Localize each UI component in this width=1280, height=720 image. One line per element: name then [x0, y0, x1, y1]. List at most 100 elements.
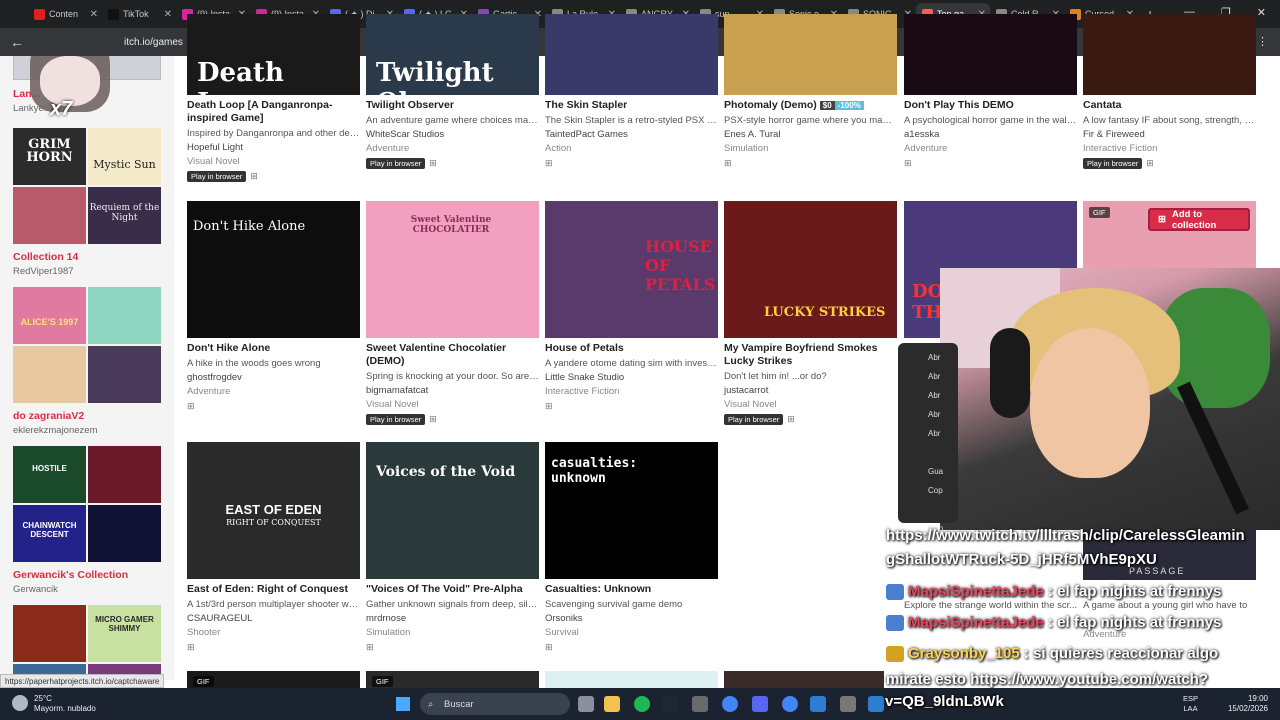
address-bar[interactable]: itch.io/games [124, 37, 183, 48]
game-genre[interactable]: Interactive Fiction [545, 386, 718, 397]
game-card[interactable]: Voices of the Void "Voices Of The Void" P… [366, 442, 539, 653]
app-icon[interactable] [692, 696, 708, 712]
game-author[interactable]: TaintedPact Games [545, 129, 718, 140]
game-genre[interactable]: Interactive Fiction [1083, 143, 1256, 154]
collection-user[interactable]: eklerekzmajonezem [13, 425, 161, 436]
game-title[interactable]: My Vampire Boyfriend Smokes Lucky Strike… [724, 342, 897, 368]
game-card-image[interactable] [545, 14, 718, 95]
game-author[interactable]: Enes A. Tural [724, 129, 897, 140]
game-title[interactable]: Sweet Valentine Chocolatier (DEMO) [366, 342, 539, 368]
game-card[interactable]: The Skin Stapler The Skin Stapler is a re… [545, 14, 718, 169]
obs-icon[interactable] [840, 696, 856, 712]
collection-item[interactable]: ALICE'S 1997 do zagraniaV2 eklerekzmajon… [13, 287, 161, 436]
game-card[interactable]: LUCKY STRIKES My Vampire Boyfriend Smokes… [724, 201, 897, 425]
game-card-image[interactable]: GIF [187, 671, 360, 688]
game-author[interactable]: Fir & Fireweed [1083, 129, 1256, 140]
menu-icon[interactable]: ⋮ [1257, 35, 1268, 48]
collection-name[interactable]: Gerwancik's Collection [13, 569, 161, 581]
collection-name[interactable]: do zagraniaV2 [13, 410, 161, 422]
game-author[interactable]: a1esska [904, 129, 1077, 140]
context-menu-item[interactable]: Cop [928, 486, 958, 505]
game-title[interactable]: Photomaly (Demo) $0 -100% [724, 99, 897, 112]
chrome-icon[interactable] [722, 696, 738, 712]
game-genre[interactable]: Survival [545, 627, 718, 638]
context-menu-item[interactable]: Abr [928, 391, 958, 410]
file-explorer-icon[interactable] [604, 696, 620, 712]
game-genre[interactable]: Visual Novel [366, 399, 539, 410]
game-genre[interactable]: Adventure [366, 143, 539, 154]
game-card-image[interactable] [724, 14, 897, 95]
game-genre[interactable]: Visual Novel [187, 156, 360, 167]
game-genre[interactable]: Simulation [366, 627, 539, 638]
game-card[interactable]: HOUSE OF PETALS House of Petals A yandere … [545, 201, 718, 412]
game-title[interactable]: Don't Play This DEMO [904, 99, 1077, 112]
game-genre[interactable]: Adventure [904, 143, 1077, 154]
taskbar-search[interactable]: ⌕ Buscar [420, 693, 570, 715]
collection-user[interactable]: RedViper1987 [13, 266, 161, 277]
game-genre[interactable]: Visual Novel [724, 399, 897, 410]
game-author[interactable]: WhiteScar Studios [366, 129, 539, 140]
game-card-image[interactable] [724, 671, 884, 688]
back-icon[interactable]: ← [10, 34, 24, 50]
game-title[interactable]: Twilight Observer [366, 99, 539, 112]
context-menu-item[interactable]: Abr [928, 429, 958, 448]
game-card-image[interactable]: Don't Hike Alone [187, 201, 360, 338]
game-genre[interactable]: Simulation [724, 143, 897, 154]
add-to-collection-button[interactable]: ⊞ Add to collection [1148, 208, 1250, 231]
game-card[interactable]: Twilight Observer Twilight Observer An adv… [366, 14, 539, 169]
windows-start-icon[interactable] [396, 697, 410, 711]
game-card[interactable]: Death Loop Death Loop [A Danganronpa-insp… [187, 14, 360, 182]
game-author[interactable]: bigmamafatcat [366, 385, 539, 396]
context-menu-item[interactable]: Abr [928, 353, 958, 372]
game-title[interactable]: House of Petals [545, 342, 718, 355]
collection-item[interactable]: GRIM HORN Mystic Sun Requiem of the Nigh… [13, 128, 161, 277]
context-menu-item[interactable]: Gua [928, 467, 958, 486]
clock[interactable]: 19:00 15/02/2026 [1228, 694, 1268, 714]
game-card-image[interactable] [545, 671, 718, 688]
game-card[interactable]: Photomaly (Demo) $0 -100% PSX-style horror … [724, 14, 897, 169]
game-card[interactable]: Don't Hike Alone Don't Hike Alone A hike i… [187, 201, 360, 412]
chrome-icon[interactable] [782, 696, 798, 712]
app-icon[interactable] [810, 696, 826, 712]
game-card-image[interactable]: EAST OF EDEN RIGHT OF CONQUEST [187, 442, 360, 579]
game-author[interactable]: justacarrot [724, 385, 897, 396]
game-author[interactable]: Hopeful Light [187, 142, 360, 153]
collection-user[interactable]: Gerwancik [13, 584, 161, 595]
collection-name[interactable]: Collection 14 [13, 251, 161, 263]
game-author[interactable]: CSAURAGEUL [187, 613, 360, 624]
tab-close-icon[interactable]: ✕ [164, 9, 172, 20]
task-view-icon[interactable] [578, 696, 594, 712]
game-genre[interactable]: Adventure [187, 386, 360, 397]
game-author[interactable]: ghostfrogdev [187, 372, 360, 383]
context-menu-item[interactable] [928, 448, 958, 467]
browser-tab[interactable]: TikTok ✕ [102, 3, 176, 25]
game-genre[interactable]: Action [545, 143, 718, 154]
game-card[interactable]: casualties: unknown Casualties: Unknown Sc… [545, 442, 718, 653]
game-author[interactable]: mrdrnose [366, 613, 539, 624]
game-title[interactable]: Cantata [1083, 99, 1256, 112]
game-card-image[interactable]: LUCKY STRIKES [724, 201, 897, 338]
game-title[interactable]: The Skin Stapler [545, 99, 718, 112]
app-icon[interactable] [868, 696, 884, 712]
spotify-icon[interactable] [634, 696, 650, 712]
context-menu-item[interactable]: Abr [928, 410, 958, 429]
game-card[interactable]: EAST OF EDEN RIGHT OF CONQUEST East of Ede… [187, 442, 360, 653]
game-title[interactable]: Casualties: Unknown [545, 583, 718, 596]
game-author[interactable]: Little Snake Studio [545, 372, 718, 383]
language-indicator[interactable]: ESP LAA [1183, 694, 1198, 714]
game-card[interactable]: Don't Play This DEMO A psychological horr… [904, 14, 1077, 169]
context-menu-item[interactable] [928, 505, 958, 524]
game-title[interactable]: East of Eden: Right of Conquest [187, 583, 360, 596]
game-card-image[interactable] [904, 14, 1077, 95]
collection-item[interactable]: HOSTILE CHAINWATCH DESCENT Gerwancik's C… [13, 446, 161, 595]
browser-tab[interactable]: Conten ✕ [28, 3, 102, 25]
game-card-image[interactable]: Voices of the Void [366, 442, 539, 579]
weather-widget[interactable]: 25°C Mayorm. nublado [34, 694, 96, 714]
game-card-image[interactable]: Death Loop [187, 14, 360, 95]
collection-item[interactable]: MICRO GAMER SHIMMY [13, 605, 161, 680]
context-menu-item[interactable]: Abr [928, 372, 958, 391]
game-title[interactable]: Death Loop [A Danganronpa-inspired Game] [187, 99, 360, 125]
game-card-image[interactable]: HOUSE OF PETALS [545, 201, 718, 338]
game-card-image[interactable] [1083, 14, 1256, 95]
game-card-image[interactable]: GIF [366, 671, 539, 688]
